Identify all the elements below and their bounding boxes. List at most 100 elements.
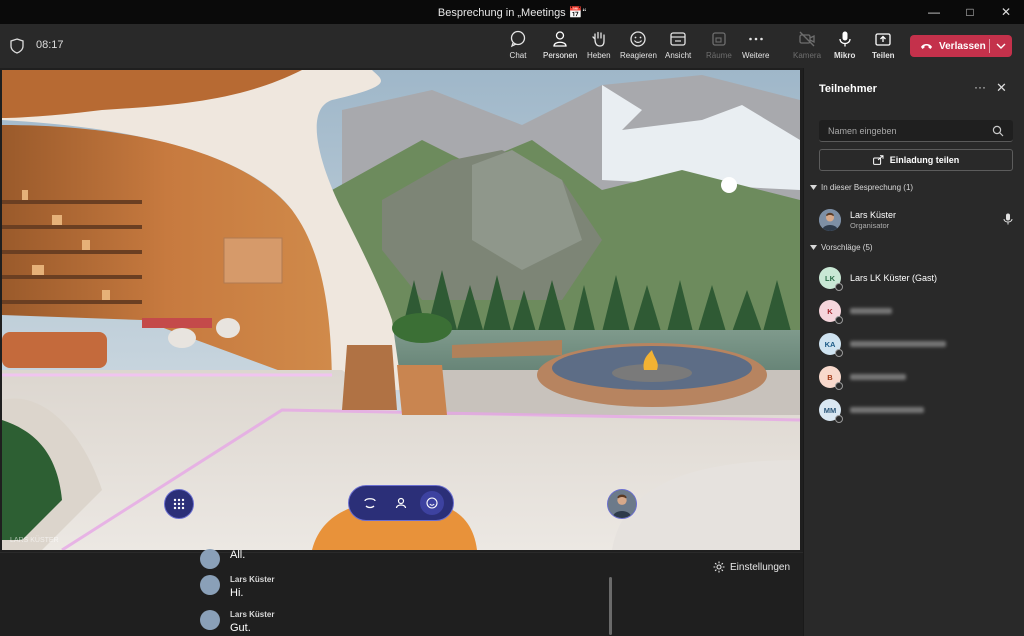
- rooms-icon: [712, 32, 726, 46]
- avatar: [608, 490, 636, 518]
- grid-icon: [173, 498, 185, 510]
- meeting-timer: 08:17: [36, 39, 64, 51]
- teleport-button[interactable]: [358, 491, 382, 515]
- avatar: [200, 610, 220, 630]
- leave-main[interactable]: Verlassen: [910, 35, 989, 57]
- participant-row[interactable]: Lars Küster Organisator: [819, 207, 1013, 233]
- status-icon: [835, 415, 843, 423]
- camera-button[interactable]: Kamera: [793, 30, 821, 64]
- share-screen-button[interactable]: Teilen: [872, 30, 895, 64]
- leave-label: Verlassen: [939, 40, 986, 52]
- view-button[interactable]: Ansicht: [665, 30, 691, 64]
- people-label: Personen: [543, 51, 578, 60]
- redacted-name: [850, 374, 906, 380]
- self-avatar-button[interactable]: [607, 489, 637, 519]
- camera-label: Kamera: [793, 51, 822, 60]
- camera-off-icon: [799, 31, 815, 47]
- status-icon: [835, 382, 843, 390]
- emoji-icon: [426, 497, 438, 509]
- chat-sender: Lars Küster: [230, 610, 275, 619]
- leave-dropdown[interactable]: [990, 43, 1012, 49]
- avatar-button[interactable]: [389, 491, 413, 515]
- settings-button[interactable]: Einstellungen: [713, 561, 790, 573]
- suggestion-name: Lars LK Küster (Gast): [850, 273, 938, 283]
- react-button[interactable]: Reagieren: [620, 30, 657, 64]
- suggestion-row[interactable]: B: [819, 364, 1013, 390]
- leave-button[interactable]: Verlassen: [910, 35, 1012, 57]
- suggestion-row[interactable]: LK Lars LK Küster (Gast): [819, 265, 1013, 291]
- chat-button[interactable]: Chat: [509, 30, 527, 64]
- in-meeting-header: In dieser Besprechung (1): [821, 183, 914, 192]
- share-screen-icon: [875, 33, 891, 46]
- gear-icon: [713, 561, 725, 573]
- in-meeting-section-header[interactable]: In dieser Besprechung (1): [810, 183, 913, 192]
- close-icon[interactable]: ✕: [988, 0, 1024, 24]
- more-label: Weitere: [742, 51, 770, 60]
- phone-hangup-icon: [921, 44, 932, 49]
- microphone-icon: [839, 31, 851, 47]
- raise-hand-label: Heben: [587, 51, 611, 60]
- window-controls: — □ ✕: [916, 0, 1024, 24]
- view-label: Ansicht: [665, 51, 692, 60]
- search-icon: [992, 125, 1004, 137]
- mic-button[interactable]: Mikro: [834, 30, 855, 64]
- redacted-name: [850, 308, 892, 314]
- chat-text: All.: [230, 549, 246, 561]
- avatar: [200, 549, 220, 569]
- title-bar: Besprechung in „Meetings 📅“ — □ ✕: [0, 0, 1024, 24]
- suggestion-row[interactable]: K: [819, 298, 1013, 324]
- chat-message: All.: [200, 549, 245, 569]
- minimize-icon[interactable]: —: [916, 0, 952, 24]
- view-icon: [670, 32, 686, 46]
- grid-menu-button[interactable]: [164, 489, 194, 519]
- teleport-icon: [364, 498, 376, 509]
- chat-scrollbar[interactable]: [609, 577, 612, 635]
- share-screen-label: Teilen: [872, 51, 895, 60]
- people-button[interactable]: Personen: [543, 30, 578, 70]
- avatar: LK: [819, 267, 843, 291]
- avatar: MM: [819, 399, 843, 423]
- settings-label: Einstellungen: [730, 561, 791, 573]
- share-icon: [872, 155, 884, 165]
- immersive-stage[interactable]: LARS KÜSTER: [0, 68, 803, 552]
- more-options-icon[interactable]: ···: [974, 80, 986, 94]
- raise-hand-icon: [592, 31, 605, 47]
- reaction-button[interactable]: [419, 491, 444, 515]
- status-icon: [835, 349, 843, 357]
- suggestions-section-header[interactable]: Vorschläge (5): [810, 243, 873, 252]
- avatar: KA: [819, 333, 843, 357]
- chat-sender: Lars Küster: [230, 575, 275, 584]
- avatar-controls-pill: [348, 485, 454, 521]
- people-icon: [553, 31, 567, 47]
- avatar: B: [819, 366, 843, 390]
- chat-message: Lars Küster Hi.: [200, 575, 274, 599]
- close-icon[interactable]: ✕: [996, 80, 1007, 96]
- participant-name: Lars Küster: [850, 210, 897, 220]
- redacted-name: [850, 341, 946, 347]
- suggestion-row[interactable]: MM: [819, 397, 1013, 423]
- profile-photo: [819, 209, 841, 231]
- microphone-icon: [1003, 213, 1013, 225]
- suggestions-header: Vorschläge (5): [821, 243, 873, 252]
- share-invite-button[interactable]: Einladung teilen: [819, 149, 1013, 171]
- chat-text: Gut.: [230, 622, 251, 634]
- participant-search-input[interactable]: [819, 120, 1013, 142]
- status-icon: [835, 283, 843, 291]
- more-icon: [748, 37, 763, 41]
- emoji-icon: [630, 31, 647, 47]
- caret-down-icon: [810, 185, 817, 190]
- share-invite-label: Einladung teilen: [889, 155, 960, 165]
- react-label: Reagieren: [620, 51, 657, 60]
- raise-hand-button[interactable]: Heben: [587, 30, 611, 64]
- chat-text: Hi.: [230, 587, 244, 599]
- shield-icon: [10, 38, 24, 54]
- immersive-space-view[interactable]: LARS KÜSTER: [2, 70, 800, 550]
- participant-role: Organisator: [850, 221, 890, 230]
- more-button[interactable]: Weitere: [742, 30, 769, 64]
- redacted-name: [850, 407, 924, 413]
- chat-label: Chat: [509, 51, 527, 60]
- caret-down-icon: [810, 245, 817, 250]
- suggestion-row[interactable]: KA: [819, 331, 1013, 357]
- rooms-button[interactable]: Räume: [706, 30, 732, 64]
- maximize-icon[interactable]: □: [952, 0, 988, 24]
